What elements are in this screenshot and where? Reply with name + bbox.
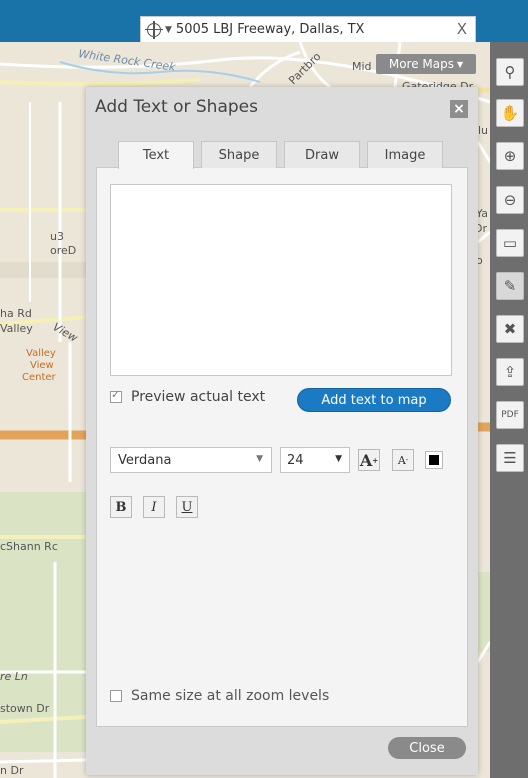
hand-icon[interactable]: ✋ (496, 99, 524, 127)
zoom-out-icon[interactable]: ⊖ (496, 186, 524, 214)
same-size-option[interactable]: Same size at all zoom levels (110, 688, 329, 704)
zoom-in-icon[interactable]: ⊕ (496, 142, 524, 170)
add-text-shapes-icon[interactable]: ✎ (496, 272, 524, 300)
share-icon[interactable]: ⇪ (496, 358, 524, 386)
map-toolbar: ⚲ ✋ ⊕ ⊖ ▭ ✎ ✖ ⇪ PDF ☰ (490, 42, 528, 778)
map-label: u3 (50, 230, 64, 243)
chevron-down-icon: ▼ (335, 454, 342, 464)
pin-icon[interactable]: ⚲ (496, 58, 524, 86)
map-label: cShann Rc (0, 540, 58, 553)
text-input-area[interactable] (110, 184, 452, 376)
font-family-select[interactable]: Verdana ▼ (110, 447, 272, 473)
map-label: stown Dr (0, 702, 50, 715)
add-text-shapes-dialog: Add Text or Shapes × Text Shape Draw Ima… (86, 87, 478, 775)
clear-location-button[interactable]: X (457, 20, 467, 38)
map-label: oreD (50, 244, 77, 257)
map-label: lu (478, 124, 489, 137)
decrease-font-size-button[interactable]: A- (392, 449, 414, 471)
same-size-checkbox[interactable] (110, 690, 122, 702)
preview-option[interactable]: Preview actual text (110, 388, 266, 405)
bold-button[interactable]: B (110, 496, 132, 518)
more-maps-label: More Maps (388, 57, 454, 71)
tab-text[interactable]: Text (118, 141, 194, 169)
tab-bar: Text Shape Draw Image (118, 141, 450, 169)
font-family-value: Verdana (118, 452, 172, 468)
tab-shape[interactable]: Shape (201, 141, 277, 168)
font-size-select[interactable]: 24 ▼ (280, 447, 350, 473)
map-label: Mid (352, 60, 372, 73)
map-label: re Ln (0, 670, 28, 683)
caret-down-icon: ▼ (456, 59, 464, 69)
font-size-value: 24 (287, 452, 304, 468)
location-search-box[interactable]: ▼ 5005 LBJ Freeway, Dallas, TX X (140, 16, 476, 42)
tab-draw[interactable]: Draw (284, 141, 360, 168)
italic-button[interactable]: I (143, 496, 165, 518)
close-icon[interactable]: × (450, 100, 468, 118)
chevron-down-icon: ▼ (256, 454, 263, 464)
chevron-down-icon[interactable]: ▼ (165, 25, 172, 35)
increase-font-size-button[interactable]: A + (358, 449, 380, 471)
legend-icon[interactable]: ☰ (496, 444, 524, 472)
tab-image[interactable]: Image (367, 141, 443, 168)
map-label: ha Rd (0, 307, 32, 320)
add-text-to-map-button[interactable]: Add text to map (297, 388, 451, 412)
map-label: View (30, 360, 54, 371)
pdf-icon[interactable]: PDF (496, 401, 524, 429)
crosshair-icon[interactable] (145, 20, 163, 39)
close-button[interactable]: Close (388, 737, 466, 759)
map-label: Valley (26, 348, 56, 359)
map-label: Valley (0, 322, 33, 335)
clear-graphics-icon[interactable]: ✖ (496, 315, 524, 343)
underline-button[interactable]: U (176, 496, 198, 518)
map-label: n Dr (0, 764, 24, 777)
same-size-label: Same size at all zoom levels (131, 688, 330, 704)
address-text[interactable]: 5005 LBJ Freeway, Dallas, TX (176, 22, 365, 37)
text-color-picker[interactable] (425, 451, 443, 469)
map-label: Center (22, 372, 56, 383)
preview-label: Preview actual text (131, 389, 266, 405)
ruler-icon[interactable]: ▭ (496, 229, 524, 257)
more-maps-button[interactable]: More Maps ▼ (376, 54, 476, 74)
preview-checkbox[interactable] (110, 388, 122, 403)
dialog-title: Add Text or Shapes (95, 97, 258, 117)
